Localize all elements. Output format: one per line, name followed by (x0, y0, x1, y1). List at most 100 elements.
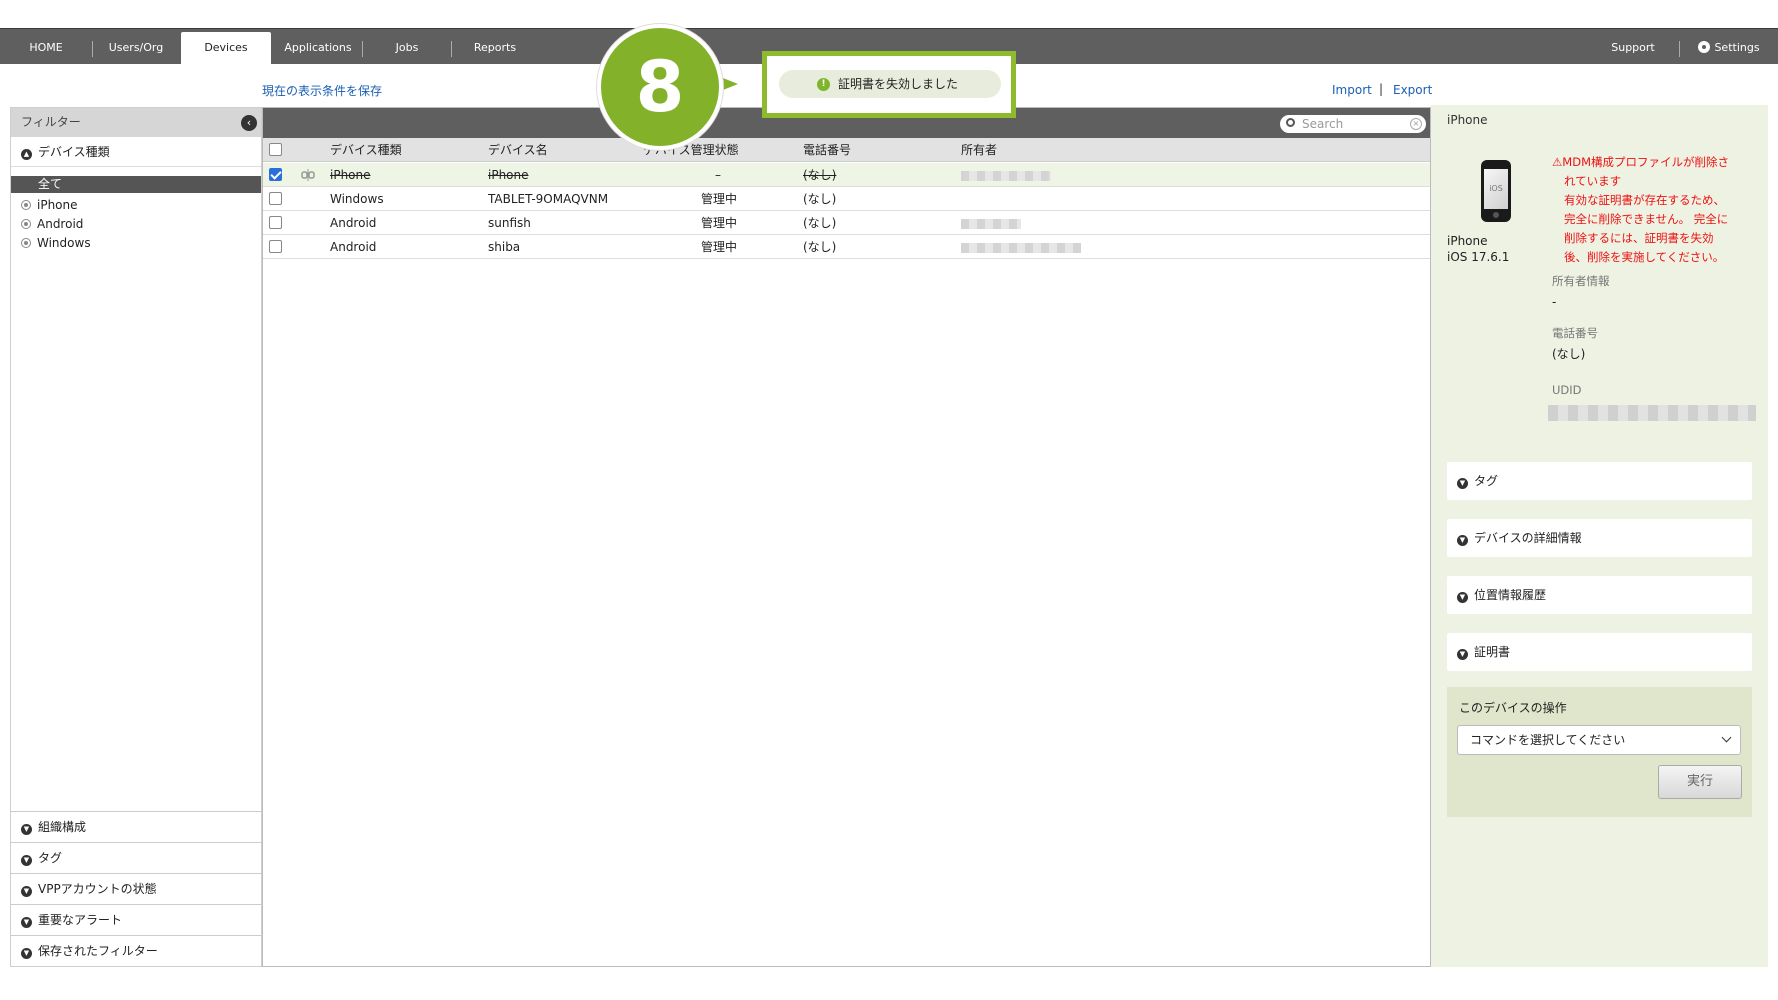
cell-device-name: shiba (488, 240, 521, 254)
section-label: タグ (38, 851, 63, 865)
device-type-section[interactable]: ▲ デバイス種類 (11, 137, 261, 167)
radio-icon (21, 200, 31, 210)
warning-line: ⚠MDM構成プロファイルが削除さ (1552, 155, 1730, 169)
warning-line: 有効な証明書が存在するため、 (1564, 193, 1725, 207)
chevron-down-icon: ▼ (1457, 649, 1468, 660)
model-name: iPhone (1447, 234, 1488, 248)
cell-phone: (なし) (803, 168, 837, 182)
run-button[interactable]: 実行 (1658, 765, 1742, 799)
support-link[interactable]: Support (1598, 29, 1668, 65)
table-row[interactable]: Android shiba 管理中 (なし) (263, 235, 1430, 259)
chevron-down-icon: ▼ (1457, 592, 1468, 603)
row-checkbox[interactable] (269, 192, 282, 205)
owner-redacted (961, 219, 1021, 229)
warning-line: 削除するには、証明書を失効 (1564, 231, 1714, 245)
tab-home[interactable]: HOME (14, 29, 78, 65)
cell-device-type: Android (330, 216, 377, 230)
os-version: iOS 17.6.1 (1447, 250, 1510, 264)
import-link[interactable]: Import (1332, 83, 1372, 97)
col-owner[interactable]: 所有者 (961, 138, 997, 162)
save-view-link[interactable]: 現在の表示条件を保存 (262, 82, 382, 99)
warning-line: 完全に削除できません。 完全に (1564, 212, 1729, 226)
cell-phone: (なし) (803, 240, 837, 254)
table-row[interactable]: iPhone iPhone – (なし) (263, 163, 1430, 187)
phone-label: 電話番号 (1552, 326, 1598, 340)
step-callout: 8 (597, 24, 723, 150)
owner-value: - (1552, 295, 1557, 309)
filter-option-all[interactable]: 全て (11, 176, 261, 193)
col-device-name[interactable]: デバイス名 (488, 138, 548, 162)
section-label: 重要なアラート (38, 913, 123, 927)
tab-applications[interactable]: Applications (278, 29, 358, 65)
accordion-device-details[interactable]: ▼ デバイスの詳細情報 (1447, 519, 1752, 557)
clear-icon[interactable]: × (1410, 118, 1422, 130)
filter-section-tag[interactable]: ▼ タグ (11, 842, 261, 873)
row-checkbox[interactable] (269, 240, 282, 253)
option-label: Android (37, 217, 84, 231)
nav-separator (92, 41, 93, 57)
col-device-type[interactable]: デバイス種類 (330, 138, 402, 162)
filter-option-iphone[interactable]: iPhone (21, 196, 78, 214)
cell-phone: (なし) (803, 216, 837, 230)
owner-redacted (961, 243, 1081, 253)
tab-jobs[interactable]: Jobs (372, 29, 442, 65)
mdm-warning: ⚠MDM構成プロファイルが削除さ れています 有効な証明書が存在するため、 完全… (1552, 153, 1752, 267)
filter-option-android[interactable]: Android (21, 215, 83, 233)
filter-section-org[interactable]: ▼ 組織構成 (11, 811, 261, 842)
operations-title: このデバイスの操作 (1459, 701, 1567, 715)
radio-icon (21, 219, 31, 229)
udid-label: UDID (1552, 383, 1582, 397)
nav-separator (362, 41, 363, 57)
row-checkbox[interactable] (269, 216, 282, 229)
accordion-label: デバイスの詳細情報 (1474, 531, 1582, 545)
filter-section-vpp[interactable]: ▼ VPPアカウントの状態 (11, 873, 261, 904)
cell-device-name: sunfish (488, 216, 531, 230)
section-label: VPPアカウントの状態 (38, 882, 157, 896)
col-phone[interactable]: 電話番号 (803, 138, 851, 162)
table-row[interactable]: Android sunfish 管理中 (なし) (263, 211, 1430, 235)
device-operations: このデバイスの操作 コマンドを選択してください 実行 (1447, 687, 1752, 817)
search-input[interactable]: Search × (1280, 115, 1426, 133)
accordion-label: 証明書 (1474, 645, 1511, 659)
chevron-down-icon: ▼ (21, 855, 32, 866)
row-checkbox[interactable] (269, 168, 282, 181)
settings-link[interactable]: Settings (1690, 29, 1768, 65)
udid-redacted (1548, 405, 1756, 421)
cell-status: – (715, 168, 721, 182)
filter-section-saved[interactable]: ▼ 保存されたフィルター (11, 935, 261, 966)
tab-users-org[interactable]: Users/Org (100, 29, 172, 65)
accordion-tag[interactable]: ▼ タグ (1447, 462, 1752, 500)
export-link[interactable]: Export (1393, 83, 1432, 97)
section-label: 保存されたフィルター (38, 944, 158, 958)
select-all-checkbox[interactable] (269, 143, 282, 156)
cell-device-type: iPhone (330, 168, 371, 182)
option-label: iPhone (37, 198, 78, 212)
device-table-panel: Search × デバイス種類 デバイス名 デバイス管理状態 電話番号 所有者 … (262, 107, 1431, 967)
chevron-down-icon: ▼ (21, 917, 32, 928)
owner-label: 所有者情報 (1552, 274, 1610, 288)
filter-header: フィルター ‹ (11, 108, 261, 137)
command-select[interactable]: コマンドを選択してください (1457, 725, 1741, 755)
tab-reports[interactable]: Reports (460, 29, 530, 65)
phone-value: (なし) (1552, 347, 1586, 361)
cell-device-type: Windows (330, 192, 384, 206)
tab-devices[interactable]: Devices (181, 32, 271, 65)
collapse-icon[interactable]: ‹ (241, 115, 257, 131)
detail-title: iPhone (1447, 113, 1488, 127)
cell-device-name: TABLET-9OMAQVNM (488, 192, 609, 206)
cell-status: 管理中 (701, 192, 738, 206)
chevron-down-icon: ▼ (1457, 478, 1468, 489)
device-detail-panel: iPhone iOS iPhone iOS 17.6.1 ⚠MDM構成プロファイ… (1431, 105, 1768, 967)
radio-icon (21, 238, 31, 248)
cell-device-name: iPhone (488, 168, 529, 182)
filter-section-alerts[interactable]: ▼ 重要なアラート (11, 904, 261, 935)
iphone-icon: iOS (1481, 160, 1511, 222)
table-row[interactable]: Windows TABLET-9OMAQVNM 管理中 (なし) (263, 187, 1430, 211)
toast-notification: ! 証明書を失効しました (779, 70, 1001, 98)
accordion-certificate[interactable]: ▼ 証明書 (1447, 633, 1752, 671)
filter-option-windows[interactable]: Windows (21, 234, 91, 252)
accordion-location-history[interactable]: ▼ 位置情報履歴 (1447, 576, 1752, 614)
command-select-value: コマンドを選択してください (1470, 733, 1626, 747)
filter-title: フィルター (21, 115, 81, 129)
nav-separator (1679, 41, 1680, 57)
